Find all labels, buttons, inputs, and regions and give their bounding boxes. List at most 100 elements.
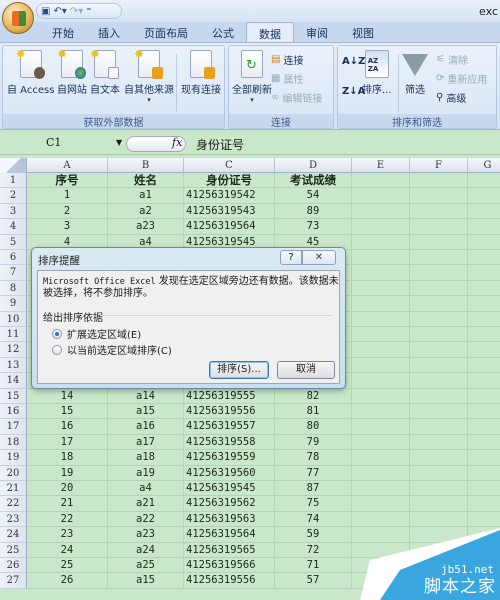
tab-formulas[interactable]: 公式	[200, 22, 246, 42]
cell[interactable]	[352, 404, 410, 420]
customize-icon[interactable]: ⁼	[86, 6, 91, 17]
cell[interactable]	[468, 250, 500, 266]
row-header[interactable]: 2	[0, 188, 27, 204]
cell[interactable]	[410, 481, 468, 497]
cell[interactable]	[410, 203, 468, 220]
current-selection-radio[interactable]: 以当前选定区域排序(C)	[52, 342, 172, 357]
cell[interactable]	[468, 496, 500, 512]
cell[interactable]: 41256319559	[184, 450, 275, 466]
cell[interactable]	[468, 404, 500, 420]
cell[interactable]	[468, 342, 500, 358]
refresh-all-button[interactable]: ↻ 全部刷新 ▾	[232, 50, 272, 104]
cell[interactable]: 78	[275, 450, 352, 466]
expand-selection-radio[interactable]: 扩展选定区域(E)	[52, 326, 141, 341]
office-button[interactable]	[2, 2, 34, 34]
cell[interactable]	[468, 389, 500, 404]
cell[interactable]: 姓名	[108, 173, 184, 189]
cell[interactable]	[410, 280, 468, 297]
cell[interactable]: a22	[108, 511, 184, 528]
cell[interactable]	[410, 173, 468, 189]
cell[interactable]: 41256319560	[184, 465, 275, 481]
column-header-a[interactable]: A	[27, 158, 108, 173]
cell[interactable]	[352, 481, 410, 497]
tab-view[interactable]: 视图	[340, 22, 386, 42]
cell[interactable]: 23	[27, 527, 108, 543]
row-header[interactable]: 21	[0, 481, 27, 497]
from-access-button[interactable]: ✸ 自 Access	[7, 47, 54, 96]
cell[interactable]: 41256319563	[184, 511, 275, 528]
cell[interactable]	[352, 357, 410, 374]
cell[interactable]	[410, 357, 468, 374]
tab-home[interactable]: 开始	[40, 22, 86, 42]
row-header[interactable]: 17	[0, 419, 27, 435]
reapply-button[interactable]: ⟳ 重新应用	[436, 71, 487, 86]
row-header[interactable]: 18	[0, 434, 27, 451]
row-header[interactable]: 19	[0, 450, 27, 466]
cell[interactable]: 41256319556	[184, 573, 275, 589]
cell[interactable]: 19	[27, 465, 108, 481]
save-icon[interactable]: ▣	[41, 6, 50, 17]
row-header[interactable]: 9	[0, 296, 27, 312]
cell[interactable]	[468, 265, 500, 281]
tab-page-layout[interactable]: 页面布局	[132, 22, 200, 42]
cell[interactable]	[352, 496, 410, 512]
cell[interactable]: 54	[275, 188, 352, 204]
cell[interactable]: 41256319562	[184, 496, 275, 512]
tab-review[interactable]: 审阅	[294, 22, 340, 42]
cell[interactable]: a18	[108, 450, 184, 466]
cell[interactable]	[352, 265, 410, 281]
column-header-d[interactable]: D	[275, 158, 352, 173]
row-header[interactable]: 14	[0, 373, 27, 389]
close-button[interactable]: ✕	[302, 250, 336, 265]
cell[interactable]	[468, 281, 500, 297]
redo-icon[interactable]: ↷▾	[70, 6, 83, 17]
cell[interactable]: 15	[27, 404, 108, 420]
column-header-b[interactable]: B	[108, 158, 184, 173]
cell[interactable]: a4	[108, 481, 184, 497]
cell[interactable]: a14	[108, 388, 184, 404]
row-header[interactable]: 12	[0, 342, 27, 358]
cell[interactable]: 41256319557	[184, 419, 275, 435]
cell[interactable]: a24	[108, 542, 184, 558]
cell[interactable]	[352, 465, 410, 481]
cell[interactable]: a2	[108, 203, 184, 220]
advanced-button[interactable]: ⚲ 高级	[436, 90, 466, 105]
cancel-button[interactable]: 取消	[277, 361, 335, 379]
cell[interactable]	[410, 327, 468, 343]
cell[interactable]	[468, 481, 500, 497]
row-header[interactable]: 3	[0, 203, 27, 220]
undo-icon[interactable]: ↶▾	[53, 6, 66, 17]
cell[interactable]	[468, 188, 500, 204]
sort-button[interactable]: AZ ZA 排序...	[362, 50, 392, 96]
cell[interactable]	[468, 419, 500, 435]
cell[interactable]	[468, 296, 500, 312]
sort-confirm-button[interactable]: 排序(S)...	[209, 361, 269, 379]
cell[interactable]	[410, 234, 468, 250]
from-text-button[interactable]: ✸ 自文本	[90, 47, 120, 96]
column-header-e[interactable]: E	[352, 158, 410, 173]
cell[interactable]	[468, 204, 500, 220]
cell[interactable]: a1	[108, 188, 184, 204]
cell[interactable]: a25	[108, 558, 184, 574]
row-header[interactable]: 1	[0, 173, 27, 189]
cell[interactable]: 41256319555	[184, 388, 275, 404]
properties-button[interactable]: ▦ 属性	[271, 71, 303, 86]
cell[interactable]: a16	[108, 419, 184, 435]
tab-data[interactable]: 数据	[246, 22, 294, 42]
cell[interactable]: 16	[27, 419, 108, 435]
cell[interactable]: 考试成绩	[275, 173, 352, 189]
cell[interactable]: 41256319565	[184, 542, 275, 558]
cell[interactable]: 75	[275, 496, 352, 512]
formula-input[interactable]: 身份证号	[196, 136, 244, 153]
cell[interactable]	[352, 203, 410, 220]
cell[interactable]: 41256319564	[184, 527, 275, 543]
cell[interactable]	[410, 465, 468, 481]
cell[interactable]	[468, 358, 500, 374]
cell[interactable]: a15	[108, 404, 184, 420]
cell[interactable]	[352, 188, 410, 204]
cell[interactable]: a23	[108, 219, 184, 235]
from-web-button[interactable]: ✸ 自网站	[57, 47, 87, 96]
cell[interactable]	[352, 419, 410, 435]
cell[interactable]	[468, 435, 500, 451]
column-header-f[interactable]: F	[410, 158, 468, 173]
